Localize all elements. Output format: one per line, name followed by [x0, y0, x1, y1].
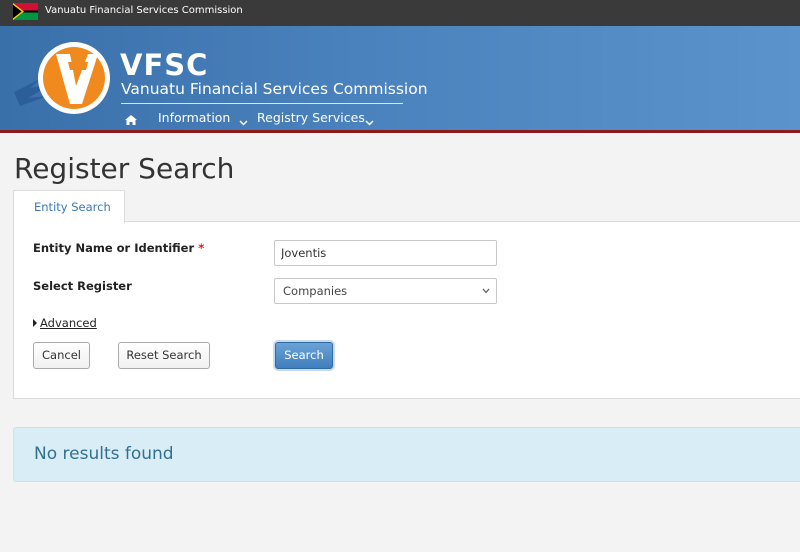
reset-search-button[interactable]: Reset Search	[118, 342, 210, 369]
search-button[interactable]: Search	[275, 342, 333, 369]
advanced-link[interactable]: Advanced	[40, 316, 97, 330]
brand-name: VFSC	[120, 48, 209, 82]
chevron-down-icon[interactable]	[365, 112, 374, 126]
page-title: Register Search	[14, 152, 235, 185]
nav-information[interactable]: Information	[158, 110, 230, 126]
entity-name-label: Entity Name or Identifier *	[33, 241, 204, 255]
chevron-down-icon	[482, 288, 490, 294]
register-selected-value: Companies	[283, 284, 348, 298]
brand-divider	[121, 103, 403, 104]
results-alert: No results found	[13, 427, 800, 482]
header-divider	[0, 130, 800, 133]
vfsc-logo-icon[interactable]	[12, 40, 112, 120]
home-icon[interactable]	[124, 111, 138, 125]
required-mark: *	[198, 241, 205, 255]
top-bar: Vanuatu Financial Services Commission	[0, 0, 800, 26]
register-select[interactable]: Companies	[274, 278, 497, 304]
nav-registry-services[interactable]: Registry Services	[257, 110, 365, 126]
tab-label: Entity Search	[34, 200, 111, 214]
vanuatu-flag-icon	[13, 3, 38, 20]
caret-right-icon	[33, 319, 37, 327]
topbar-title: Vanuatu Financial Services Commission	[45, 5, 243, 16]
brand-subtitle: Vanuatu Financial Services Commission	[121, 80, 428, 98]
tab-entity-search[interactable]: Entity Search	[13, 190, 125, 223]
select-register-label: Select Register	[33, 279, 132, 293]
cancel-button[interactable]: Cancel	[33, 342, 90, 369]
entity-name-label-text: Entity Name or Identifier	[33, 241, 195, 255]
chevron-down-icon[interactable]	[239, 112, 248, 126]
entity-name-input[interactable]	[274, 240, 497, 266]
no-results-message: No results found	[34, 444, 174, 464]
